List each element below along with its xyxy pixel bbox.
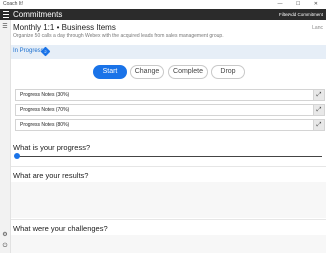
window-controls[interactable]: — ☐ ✕ [278,1,324,7]
app-title: Coach It! [3,1,24,7]
hamburger-icon[interactable] [3,11,9,18]
challenges-input[interactable] [11,235,326,253]
results-question: What are your results? [13,171,89,180]
window-title-bar: Coach It! — ☐ ✕ [0,0,326,9]
sidebar: ☰ ⚙ ⏻ [0,20,11,253]
list-icon[interactable]: ☰ [2,24,8,30]
add-commitment-button[interactable]: Add Commitment [288,12,323,17]
change-button[interactable]: Change [130,65,164,79]
challenges-question: What were your challenges? [13,224,108,233]
status-bar: In Progress 2 [11,45,326,59]
expand-icon[interactable]: ⤢ [313,120,324,130]
progress-slider-thumb[interactable] [14,153,20,159]
page-title: Commitments [13,10,63,19]
progress-question: What is your progress? [13,143,91,152]
progress-note-row[interactable]: Progress Notes (80%) ⤢ [15,119,325,131]
drop-button[interactable]: Drop [211,65,245,79]
progress-note-label: Progress Notes (70%) [20,107,70,113]
status-badge-count: 2 [44,49,47,54]
complete-button[interactable]: Complete [168,65,208,79]
gear-icon[interactable]: ⚙ [2,232,8,238]
app-header: Commitments Filter Add Commitment [0,9,326,20]
main-content: Monthly 1:1 • Business Items Organize 50… [11,20,326,253]
status-label: In Progress [13,48,44,54]
progress-note-label: Progress Notes (30%) [20,92,70,98]
status-badge: 2 [40,46,51,57]
divider [11,219,326,220]
progress-note-row[interactable]: Progress Notes (70%) ⤢ [15,104,325,116]
start-button[interactable]: Start [93,65,127,79]
progress-note-row[interactable]: Progress Notes (30%) ⤢ [15,89,325,101]
expand-icon[interactable]: ⤢ [313,105,324,115]
progress-note-label: Progress Notes (80%) [20,122,70,128]
expand-icon[interactable]: ⤢ [313,90,324,100]
topic-description: Organize 50 calls a day through Webex wi… [13,33,224,39]
progress-slider-track[interactable] [16,156,322,157]
topic-title: Monthly 1:1 • Business Items [13,23,116,32]
divider [11,166,326,167]
results-input[interactable] [11,182,326,218]
power-icon[interactable]: ⏻ [2,243,8,249]
topic-date: Lanc [312,25,323,31]
